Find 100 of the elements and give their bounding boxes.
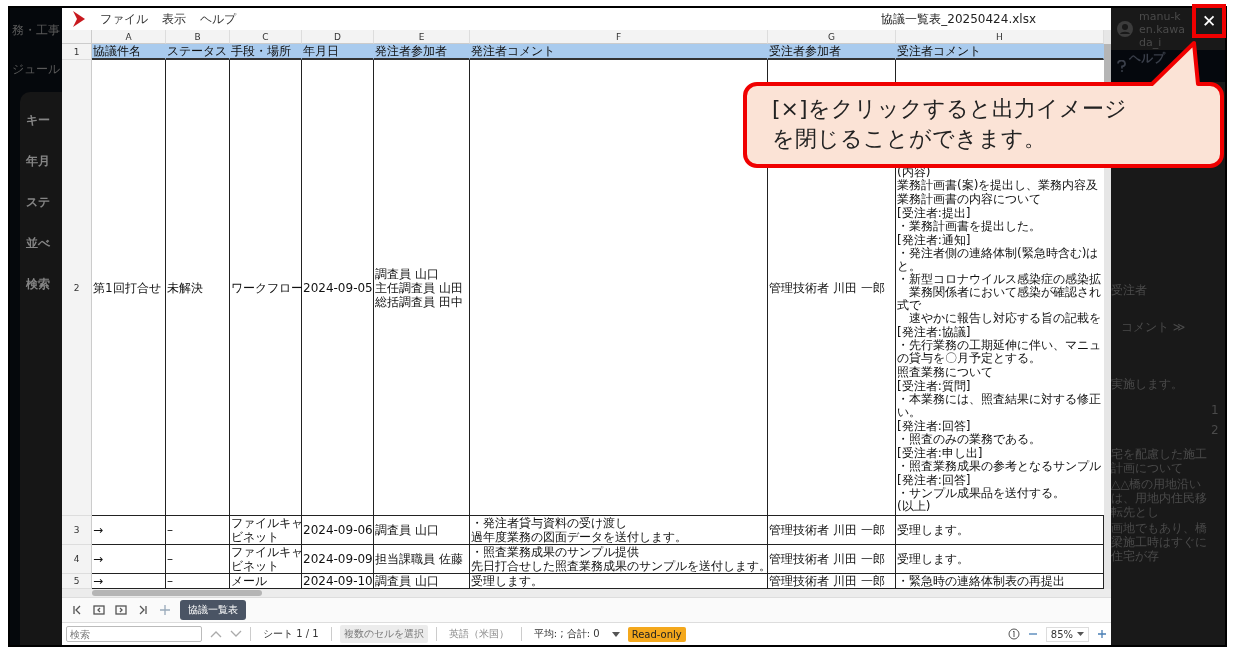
comment-line: 業務計画書の内容について: [897, 193, 1041, 206]
comment-line: (以上): [897, 500, 931, 513]
comment-line: ・サンプル成果品を送付する。: [897, 487, 1065, 500]
column-title: 手段・場所: [231, 44, 291, 58]
cell-text: 受理します。: [897, 523, 969, 537]
caret-icon[interactable]: [611, 631, 620, 637]
next-sheet-button[interactable]: [114, 603, 128, 617]
cell-text: →: [93, 552, 104, 566]
row-number[interactable]: 4: [62, 545, 92, 574]
comment-line: 速やかに報告し対応する旨の記載を: [908, 312, 1101, 325]
previous-sheet-button[interactable]: [92, 603, 106, 617]
cell-text: 管理技術者 川田 一郎: [769, 574, 885, 588]
cell-text: 未解決: [167, 280, 203, 295]
selection-mode[interactable]: 複数のセルを選択: [339, 625, 428, 643]
cell-text: ・照査業務成果のサンプル提供: [471, 545, 639, 559]
cell-text: ファイルキャ: [231, 545, 303, 559]
cell-text: ビネット: [231, 530, 279, 544]
comment-line: [発注者:協議]: [897, 326, 971, 339]
column-title: ステータス: [167, 44, 227, 58]
column-header[interactable]: C: [230, 30, 302, 44]
row-number[interactable]: 1: [62, 44, 92, 60]
background-text: ジュール: [12, 61, 60, 78]
zoom-in-icon[interactable]: [1097, 629, 1107, 639]
background-label: ステ: [26, 194, 50, 211]
cell-text: 先日打合せした照査業務成果のサンプルを送付します。: [471, 559, 771, 573]
close-button[interactable]: ✕: [1192, 4, 1226, 38]
cell-text: 第1回打合せ: [93, 280, 161, 295]
file-title: 協議一覧表_20250424.xlsx: [881, 10, 1036, 28]
comment-line: [受注者:質問]: [897, 380, 971, 393]
column-title: 協議件名: [93, 44, 141, 58]
column-title: 受注者参加者: [769, 44, 841, 58]
row-number[interactable]: 2: [62, 60, 92, 516]
column-header[interactable]: B: [166, 30, 230, 44]
cell-text: 担当課職員 佐藤: [375, 552, 463, 566]
info-circle-icon[interactable]: [1007, 628, 1020, 640]
column-header[interactable]: H: [896, 30, 1104, 44]
column-title: 受注者コメント: [897, 44, 981, 58]
cell-text: 調査員 山口: [375, 266, 439, 281]
comment-line: [発注者:通知]: [897, 234, 971, 247]
chevron-up-icon[interactable]: [210, 630, 222, 638]
cell-text: 過年度業務の図面データを送付します。: [471, 530, 687, 544]
background-label: 並べ: [26, 235, 50, 252]
caret-icon: [1077, 632, 1084, 636]
chevron-down-icon[interactable]: [230, 630, 242, 638]
cell-text: –: [167, 552, 173, 566]
comment-line: ・業務計画書を提出した。: [897, 220, 1041, 233]
menu-item[interactable]: ファイル: [100, 10, 148, 28]
comment-line: 式で: [897, 299, 921, 312]
cell-text: 2024-09-10: [303, 574, 373, 588]
comment-line: ・発注者側の連絡体制(緊急時含む)は: [897, 247, 1099, 260]
background-label: 検索: [26, 276, 50, 293]
menu-item[interactable]: 表示: [162, 10, 186, 28]
cell-text: ・発注者貸与資料の受け渡し: [471, 516, 627, 530]
user-icon: [1117, 21, 1133, 37]
language-label: 英語（米国）: [447, 627, 510, 641]
comment-line: 業務関係者において感染が確認され: [908, 286, 1101, 299]
comment-line: [受注者:提出]: [897, 207, 971, 220]
column-header[interactable]: E: [374, 30, 470, 44]
cell-text: →: [93, 523, 104, 537]
cell-text: ファイルキャ: [231, 516, 303, 530]
zoom-select[interactable]: 85%: [1045, 626, 1089, 642]
cell-text: ・緊急時の連絡体制表の再提出: [897, 574, 1065, 588]
cell-text: –: [167, 574, 173, 588]
column-title: 発注者参加者: [375, 44, 447, 58]
cell-text: 受理します。: [897, 552, 969, 566]
column-header[interactable]: F: [470, 30, 768, 44]
cell-text: 受理します。: [471, 574, 543, 588]
search-field[interactable]: 検索: [66, 626, 202, 642]
column-header[interactable]: D: [302, 30, 374, 44]
comment-line: ・照査のみの業務である。: [897, 433, 1041, 446]
sum-summary: 平均: ; 合計: 0: [532, 627, 601, 641]
app-logo-icon: [72, 11, 86, 27]
comment-line: ・先行業務の工期延伸に伴い、マニュ: [897, 339, 1101, 352]
horizontal-scrollbar[interactable]: [62, 589, 1111, 597]
cell-text: ビネット: [231, 559, 279, 573]
sheet-count: シート 1 / 1: [262, 627, 320, 641]
comment-line: [発注者:回答]: [897, 474, 971, 487]
comment-line: ・新型コロナウイルス感染症の感染拡: [897, 273, 1101, 286]
cell-text: メール: [231, 574, 267, 588]
cell-text: ワークフロー: [231, 280, 303, 295]
column-header[interactable]: G: [768, 30, 896, 44]
column-header[interactable]: A: [92, 30, 166, 44]
cell-text: 2024-09-09: [303, 552, 373, 566]
cell-text: →: [93, 574, 104, 588]
background-text: 務・工事: [12, 22, 60, 39]
row-number[interactable]: 3: [62, 516, 92, 545]
comment-line: い。: [897, 406, 921, 419]
read-only-badge: Read-only: [627, 626, 686, 642]
comment-line: [発注者:回答]: [897, 420, 971, 433]
menu-item[interactable]: ヘルプ: [200, 10, 236, 28]
cell-text: –: [167, 523, 173, 537]
add-sheet-button[interactable]: [158, 603, 172, 617]
comment-line: ・本業務には、照査結果に対する修正: [897, 393, 1101, 406]
cell-text: 調査員 山口: [375, 523, 439, 537]
cell-text: 主任調査員 山田: [375, 280, 463, 295]
comment-line: [受注者:申し出]: [897, 447, 983, 460]
comment-line: と。: [897, 260, 921, 273]
row-number[interactable]: 5: [62, 574, 92, 589]
sheet-tab[interactable]: 協議一覧表: [180, 600, 246, 620]
question-icon: [1117, 60, 1126, 72]
